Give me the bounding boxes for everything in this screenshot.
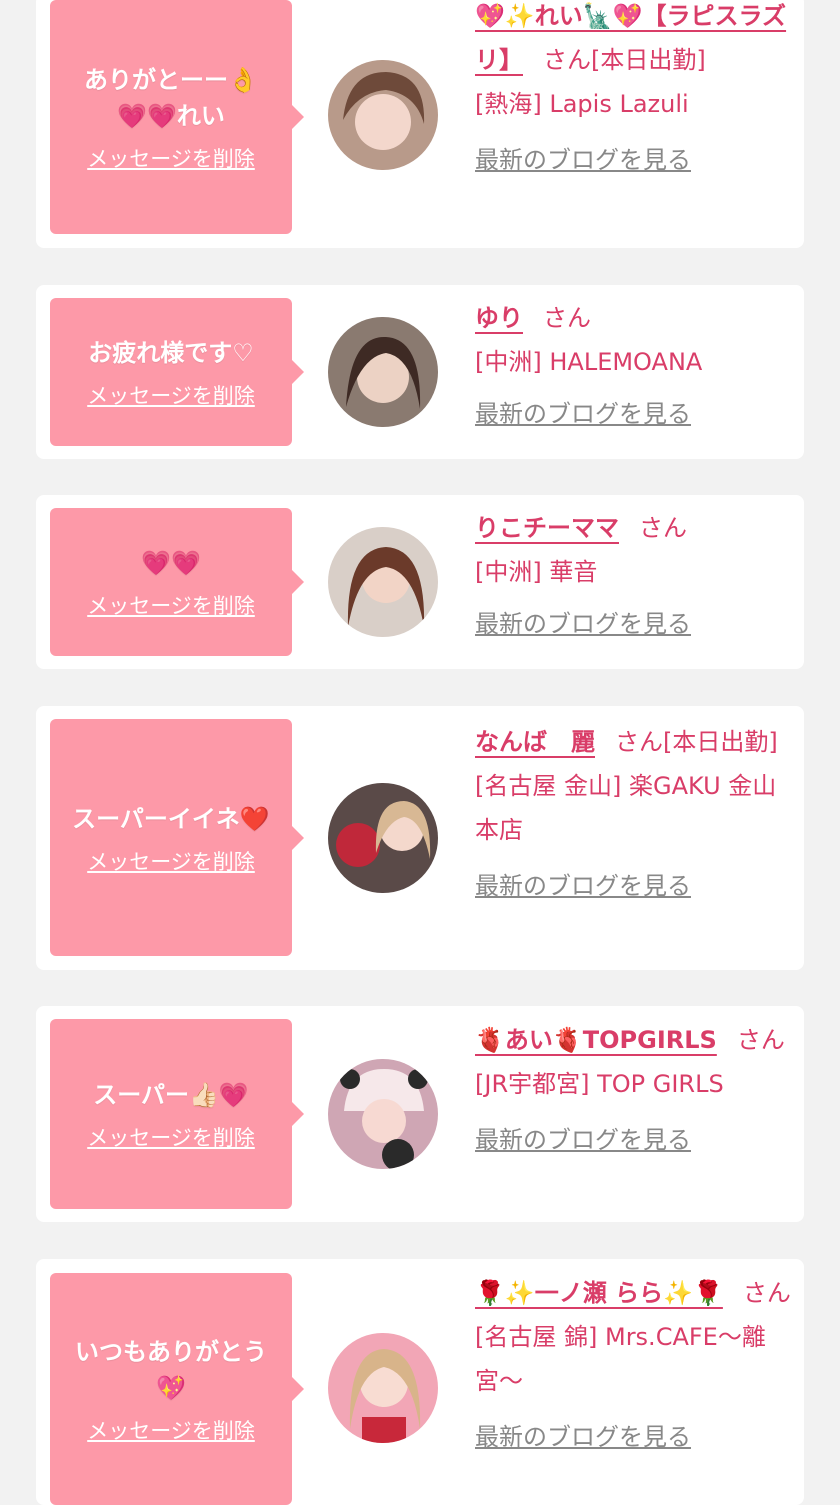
message-card: スーパーイイネ❤️ メッセージを削除 なんば 麗さん[本日出勤] [名古屋 金山… (36, 706, 804, 970)
sender-name-link[interactable]: りこチーママ (475, 514, 619, 542)
message-bubble: お疲れ様です♡ メッセージを削除 (50, 298, 304, 446)
sender-suffix: さん[本日出勤] (615, 728, 778, 756)
avatar[interactable] (328, 60, 438, 170)
message-text: 💗💗 (141, 549, 201, 577)
latest-blog-link[interactable]: 最新のブログを見る (475, 1118, 691, 1162)
message-text: いつもありがとう 💖 (75, 1338, 267, 1402)
avatar[interactable] (328, 1333, 438, 1443)
message-bubble: スーパー👍🏻💗 メッセージを削除 (50, 1019, 304, 1209)
message-bubble: スーパーイイネ❤️ メッセージを削除 (50, 719, 304, 956)
latest-blog-link[interactable]: 最新のブログを見る (475, 392, 691, 436)
delete-message-link[interactable]: メッセージを削除 (87, 383, 255, 409)
avatar-photo-icon (328, 1333, 438, 1443)
message-card: いつもありがとう 💖 メッセージを削除 🌹✨一ノ瀬 らら✨🌹 さん [名古屋 錦]… (36, 1259, 804, 1505)
sender-name-link[interactable]: なんば 麗 (475, 728, 595, 756)
sender-suffix: さん (736, 1026, 785, 1054)
avatar-photo-icon (328, 60, 438, 170)
shop-label: [熱海] Lapis Lazuli (475, 90, 689, 118)
message-card: お疲れ様です♡ メッセージを削除 ゆり さん [中洲] HALEMOANA 最新の… (36, 285, 804, 459)
shop-label: [JR宇都宮] TOP GIRLS (475, 1070, 724, 1098)
avatar-photo-icon (328, 317, 438, 427)
message-text: ありがとーー👌 💗💗れい (84, 66, 258, 130)
sender-suffix: さん (742, 1279, 791, 1307)
sender-suffix: さん (639, 514, 687, 542)
message-list: ありがとーー👌 💗💗れい メッセージを削除 💖✨れい🗽💖【ラピスラズリ】 さん[本… (0, 0, 840, 1505)
avatar-photo-icon (328, 527, 438, 637)
sender-suffix: さん[本日出勤] (543, 46, 706, 74)
delete-message-link[interactable]: メッセージを削除 (87, 1418, 255, 1444)
avatar[interactable] (328, 527, 438, 637)
delete-message-link[interactable]: メッセージを削除 (87, 849, 255, 875)
shop-label: [名古屋 錦] Mrs.CAFE〜離宮〜 (475, 1323, 766, 1395)
shop-label: [名古屋 金山] 楽GAKU 金山本店 (475, 772, 777, 844)
sender-name-link[interactable]: 🫀あい🫀TOPGIRLS (475, 1026, 717, 1054)
sender-info: なんば 麗さん[本日出勤] [名古屋 金山] 楽GAKU 金山本店 最新のブログ… (475, 720, 795, 908)
message-bubble: 💗💗 メッセージを削除 (50, 508, 304, 656)
shop-label: [中洲] 華音 (475, 558, 598, 586)
message-card: ありがとーー👌 💗💗れい メッセージを削除 💖✨れい🗽💖【ラピスラズリ】 さん[本… (36, 0, 804, 248)
delete-message-link[interactable]: メッセージを削除 (87, 146, 255, 172)
message-bubble: いつもありがとう 💖 メッセージを削除 (50, 1273, 304, 1505)
sender-name-link[interactable]: ゆり (475, 304, 523, 332)
avatar[interactable] (328, 783, 438, 893)
message-text: スーパーイイネ❤️ (72, 804, 270, 833)
avatar[interactable] (328, 317, 438, 427)
message-text: スーパー👍🏻💗 (93, 1081, 249, 1109)
sender-info: ゆり さん [中洲] HALEMOANA 最新のブログを見る (475, 296, 795, 436)
message-card: 💗💗 メッセージを削除 りこチーママ さん [中洲] 華音 最新のブログを見る (36, 495, 804, 669)
sender-info: 🫀あい🫀TOPGIRLS さん [JR宇都宮] TOP GIRLS 最新のブログを… (475, 1018, 795, 1162)
sender-info: 🌹✨一ノ瀬 らら✨🌹 さん [名古屋 錦] Mrs.CAFE〜離宮〜 最新のブログ… (475, 1271, 795, 1459)
latest-blog-link[interactable]: 最新のブログを見る (475, 138, 691, 182)
avatar-photo-icon (328, 783, 438, 893)
delete-message-link[interactable]: メッセージを削除 (87, 593, 255, 619)
avatar-photo-icon (328, 1059, 438, 1169)
latest-blog-link[interactable]: 最新のブログを見る (475, 1415, 691, 1459)
latest-blog-link[interactable]: 最新のブログを見る (475, 864, 691, 908)
sender-name-link[interactable]: 🌹✨一ノ瀬 らら✨🌹 (475, 1279, 723, 1307)
sender-info: 💖✨れい🗽💖【ラピスラズリ】 さん[本日出勤] [熱海] Lapis Lazuli… (475, 0, 795, 182)
delete-message-link[interactable]: メッセージを削除 (87, 1125, 255, 1151)
shop-label: [中洲] HALEMOANA (475, 348, 703, 376)
message-bubble: ありがとーー👌 💗💗れい メッセージを削除 (50, 0, 304, 234)
latest-blog-link[interactable]: 最新のブログを見る (475, 602, 691, 646)
sender-suffix: さん (543, 304, 591, 332)
message-card: スーパー👍🏻💗 メッセージを削除 🫀あい🫀TOPGIRLS さん [JR宇都宮] … (36, 1006, 804, 1222)
message-text: お疲れ様です♡ (88, 339, 254, 367)
sender-info: りこチーママ さん [中洲] 華音 最新のブログを見る (475, 506, 795, 646)
avatar[interactable] (328, 1059, 438, 1169)
